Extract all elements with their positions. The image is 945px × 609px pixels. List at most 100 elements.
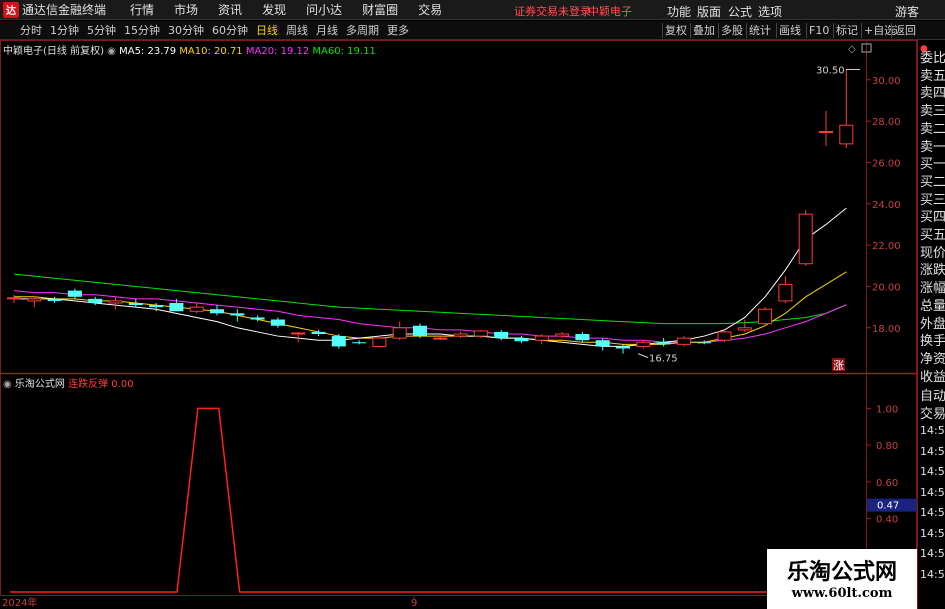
- back-button[interactable]: 返回: [891, 23, 918, 38]
- panel-trade-time: 14:56: [920, 526, 945, 540]
- y-tick-label-main: 20.00: [872, 282, 901, 293]
- period-tab-1min[interactable]: 1分钟: [46, 22, 83, 38]
- menu-formula[interactable]: 公式: [728, 3, 752, 20]
- panel-label[interactable]: 自动: [920, 385, 945, 404]
- menu-functions[interactable]: 功能: [667, 3, 691, 20]
- period-tab-60min[interactable]: 60分钟: [208, 22, 252, 38]
- menu-quotes[interactable]: 行情: [130, 1, 154, 18]
- period-tab-30min[interactable]: 30分钟: [164, 22, 208, 38]
- high-price-label: 30.50: [816, 65, 845, 76]
- panel-label: 买二: [920, 174, 945, 190]
- candle-body-up: [372, 337, 387, 347]
- menu-options[interactable]: 选项: [758, 3, 782, 20]
- panel-label: 买五: [920, 228, 945, 243]
- menu-news[interactable]: 资讯: [218, 1, 242, 18]
- y-tick-label-main: 22.00: [872, 241, 901, 252]
- legend-ma5: MA5: 23.79: [119, 46, 177, 57]
- period-tab-multi[interactable]: 多周期: [342, 22, 383, 38]
- legend-ma20: MA20: 19.12: [245, 46, 310, 57]
- panel-label: 买一: [920, 157, 945, 173]
- panel-label: 涨跌: [920, 263, 945, 279]
- draw-button[interactable]: 画线: [776, 23, 803, 38]
- panel-label[interactable]: 交易: [920, 403, 945, 422]
- menu-market[interactable]: 市场: [174, 1, 198, 18]
- candle-body-up: [453, 333, 468, 337]
- sub-value-tag: 0.47: [877, 501, 899, 512]
- menu-trade[interactable]: 交易: [418, 1, 442, 18]
- period-tab-daily[interactable]: 日线: [252, 22, 282, 38]
- panel-label: 总量: [920, 298, 945, 314]
- app-logo-icon: 达: [3, 1, 19, 18]
- period-tab-intraday[interactable]: 分时: [16, 22, 46, 38]
- adjust-button[interactable]: 复权: [662, 23, 689, 38]
- candle-body-up: [636, 341, 651, 347]
- menu-layout[interactable]: 版面: [697, 3, 721, 20]
- period-tab-5min[interactable]: 5分钟: [83, 22, 120, 38]
- candle-body-up: [717, 331, 732, 341]
- menu-wealth[interactable]: 财富圈: [362, 1, 398, 18]
- candle-body-up: [473, 330, 488, 337]
- candle-body-down: [494, 331, 509, 339]
- period-tab-monthly[interactable]: 月线: [312, 22, 342, 38]
- ma5-line: [14, 207, 847, 347]
- legend-ma10: MA10: 20.71: [179, 46, 243, 57]
- period-tab-15min[interactable]: 15分钟: [120, 22, 164, 38]
- candle-body-up: [839, 124, 854, 145]
- candle-body-down: [149, 305, 164, 308]
- panel-trade-time: 14:56: [920, 444, 945, 458]
- chart-border: [0, 40, 917, 596]
- panel-label: 买四: [920, 210, 945, 226]
- candle-body-down: [230, 313, 245, 316]
- multi-stock-button[interactable]: 多股: [718, 23, 745, 38]
- candle-body-down: [311, 331, 326, 334]
- stats-button[interactable]: 统计: [746, 23, 773, 38]
- overlay-button[interactable]: 叠加: [690, 23, 717, 38]
- app-title: 通达信金融终端: [22, 3, 107, 17]
- candle-body-up: [534, 335, 549, 341]
- candle-body-down: [270, 319, 285, 326]
- legend-eye-icon[interactable]: ◉: [107, 46, 116, 57]
- login-warning[interactable]: 证券交易未登录: [514, 3, 591, 19]
- candle-body-up: [189, 306, 204, 312]
- candle-body-up: [392, 327, 407, 339]
- candle-body-up: [798, 213, 813, 265]
- panel-trade-time: 14:56: [920, 567, 945, 581]
- menu-guest[interactable]: 游客: [895, 3, 919, 20]
- panel-label: 卖五: [920, 68, 945, 84]
- mark-button[interactable]: 标记: [833, 23, 860, 38]
- stock-terminal-window: 达 通达信金融终端 行情 市场 资讯 发现 问小达 财富圈 交易 证券交易未登录…: [0, 0, 945, 609]
- watermark-url: www.60lt.com: [791, 586, 893, 601]
- indicator-line: [10, 407, 866, 593]
- panel-trade-time: 14:56: [920, 465, 945, 478]
- candle-body-down: [47, 298, 62, 301]
- candle-body-up: [819, 130, 833, 133]
- panel-label: 收益: [920, 369, 945, 385]
- quote-side-panel: ● 委比 卖五 卖四 卖三 卖二 卖一 买一 买二 买三 买四 买五 现价 涨跌 涨幅 总量 外盘 换手 净资 收益…: [917, 40, 945, 609]
- candle-body-down: [616, 346, 630, 349]
- low-price-label: 16.75: [649, 354, 678, 365]
- menu-ask[interactable]: 问小达: [306, 1, 342, 18]
- period-tab-more[interactable]: 更多: [383, 22, 413, 38]
- period-tab-weekly[interactable]: 周线: [282, 22, 312, 38]
- candle-body-up: [433, 337, 448, 340]
- diamond-icon: ◇: [848, 44, 856, 55]
- panel-label: 外盘: [920, 316, 945, 332]
- menu-discover[interactable]: 发现: [262, 1, 286, 18]
- candle-body-up: [555, 333, 570, 337]
- menu-bar: 达 通达信金融终端 行情 市场 资讯 发现 问小达 财富圈 交易: [0, 0, 945, 20]
- stock-title: 中颖电子(日线 前复权): [3, 46, 104, 57]
- panel-label: 现价: [920, 245, 945, 261]
- f10-button[interactable]: F10: [806, 23, 831, 38]
- y-tick-label-main: 30.00: [872, 76, 901, 87]
- candle-body-up: [291, 332, 306, 335]
- y-tick-label-sub: 0.80: [876, 441, 898, 452]
- panel-label: 卖二: [920, 121, 945, 137]
- sub-indicator-name[interactable]: 连跌反弹: [68, 379, 108, 390]
- time-label-month: 9: [411, 598, 417, 609]
- sub-eye-icon[interactable]: ◉: [3, 379, 12, 390]
- panel-label: 净资: [920, 351, 945, 367]
- candle-body-up: [676, 337, 691, 345]
- panel-label: 卖三: [920, 104, 945, 120]
- y-tick-label-main: 26.00: [872, 158, 901, 169]
- kline-chart[interactable]: 2024年 9 ◇ 18.00 20.00 22.00 24.00 26.00 28.00 30…: [0, 40, 917, 609]
